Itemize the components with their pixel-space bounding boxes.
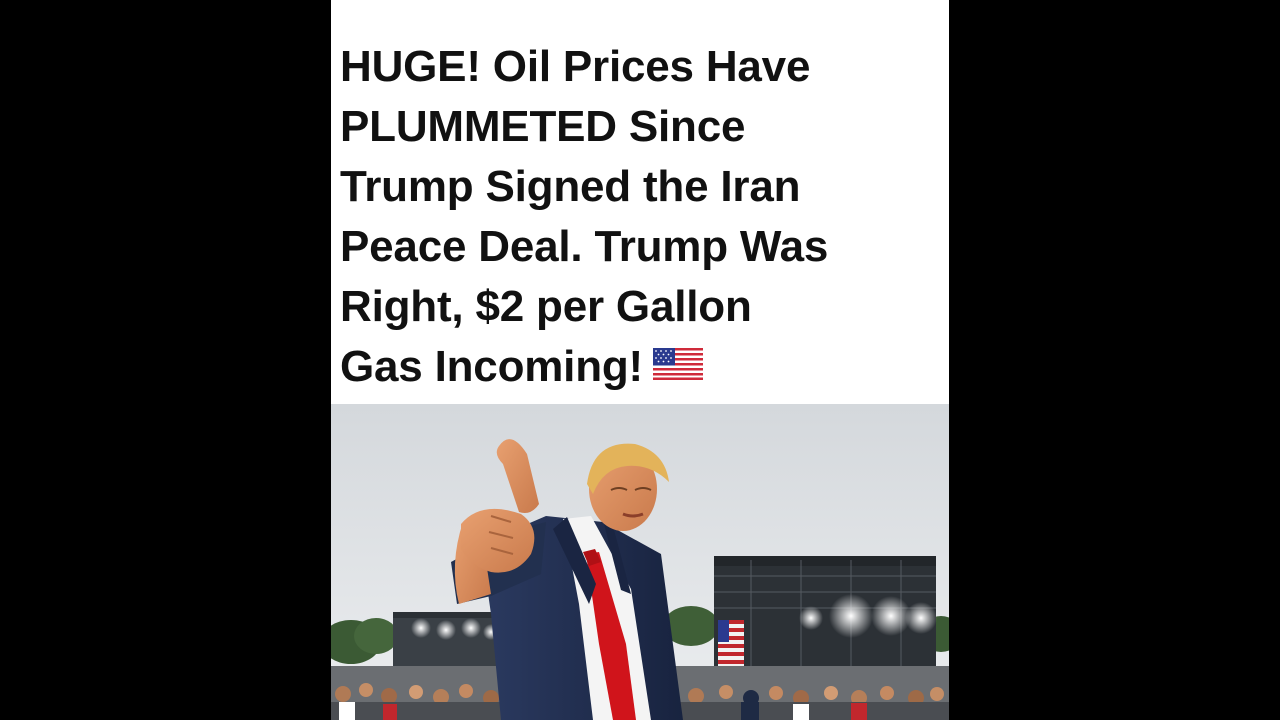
headline-line-2: PLUMMETED Since bbox=[340, 102, 746, 151]
headline: HUGE! Oil Prices Have PLUMMETED Since Trum… bbox=[340, 37, 945, 399]
left-stage bbox=[393, 612, 503, 674]
post-card: HUGE! Oil Prices Have PLUMMETED Since Trum… bbox=[331, 0, 949, 720]
us-flag-icon bbox=[653, 336, 703, 396]
news-photo bbox=[331, 404, 949, 720]
headline-line-4: Peace Deal. Trump Was bbox=[340, 222, 829, 271]
headline-line-1: HUGE! Oil Prices Have bbox=[340, 42, 811, 91]
headline-line-6: Gas Incoming! bbox=[340, 342, 643, 391]
headline-line-5: Right, $2 per Gallon bbox=[340, 282, 752, 331]
headline-line-3: Trump Signed the Iran bbox=[340, 162, 801, 211]
